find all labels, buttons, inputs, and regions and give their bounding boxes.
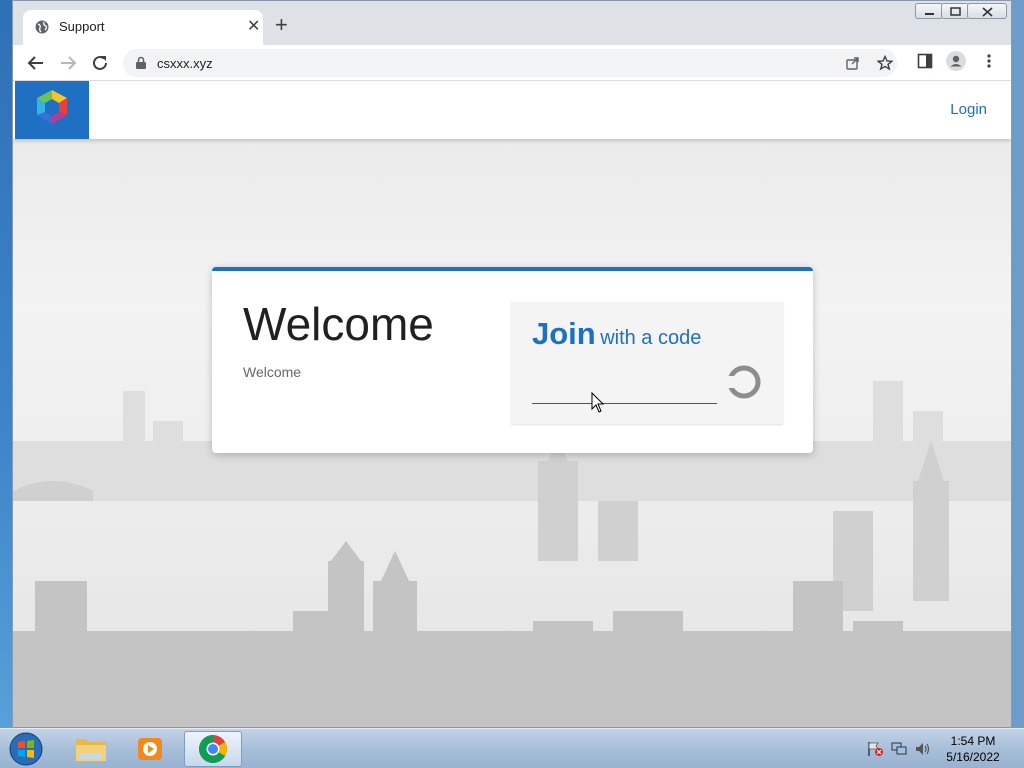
- profile-avatar-icon[interactable]: [946, 51, 966, 71]
- welcome-card: Welcome Welcome Join with a code: [212, 267, 813, 453]
- forward-arrow-icon[interactable]: [57, 52, 79, 74]
- join-word: Join: [532, 316, 596, 351]
- media-player-icon: [138, 738, 162, 760]
- join-heading: Join with a code: [532, 316, 701, 352]
- lock-icon: [136, 56, 146, 69]
- join-rest: with a code: [600, 327, 702, 349]
- tab-title: Support: [59, 19, 105, 34]
- join-code-input[interactable]: [532, 382, 717, 404]
- globe-icon: [35, 20, 49, 34]
- minimize-button[interactable]: [915, 3, 943, 19]
- join-submit-button[interactable]: [725, 363, 763, 401]
- site-header: Login: [13, 81, 1011, 139]
- login-link[interactable]: Login: [950, 101, 987, 118]
- browser-toolbar: csxxx.xyz: [13, 45, 1011, 81]
- volume-icon[interactable]: [914, 741, 932, 757]
- url-text: csxxx.xyz: [157, 56, 213, 71]
- side-panel-icon[interactable]: [917, 53, 933, 69]
- tab-support[interactable]: Support ✕: [23, 10, 263, 45]
- share-icon[interactable]: [845, 55, 861, 71]
- start-button[interactable]: [6, 730, 46, 768]
- taskbar-media-player[interactable]: [122, 731, 180, 767]
- clock-time[interactable]: 1:54 PM: [940, 734, 1006, 748]
- page-viewport: Login Welcome Welcome Join with a code: [13, 81, 1011, 727]
- action-center-flag-icon[interactable]: [866, 741, 884, 757]
- browser-window: Support ✕ + csxxx.xyz Login Welcome Welc…: [12, 0, 1012, 728]
- join-code-panel: Join with a code: [511, 302, 783, 424]
- taskbar-file-explorer[interactable]: [62, 731, 120, 767]
- bookmark-star-icon[interactable]: [877, 55, 893, 71]
- minimize-icon: [925, 13, 934, 15]
- new-tab-button[interactable]: +: [275, 13, 288, 37]
- welcome-subtitle: Welcome: [243, 364, 302, 380]
- welcome-heading: Welcome: [243, 298, 434, 350]
- address-bar[interactable]: csxxx.xyz: [123, 49, 897, 77]
- site-logo[interactable]: [15, 81, 89, 139]
- tab-close-icon[interactable]: ✕: [247, 17, 260, 37]
- reload-icon[interactable]: [89, 52, 111, 74]
- windows-taskbar: 1:54 PM 5/16/2022: [0, 728, 1024, 768]
- close-window-button[interactable]: [967, 3, 1007, 19]
- close-icon: [982, 7, 993, 17]
- back-arrow-icon[interactable]: [25, 52, 47, 74]
- clock-date[interactable]: 5/16/2022: [940, 750, 1006, 764]
- taskbar-chrome[interactable]: [184, 731, 242, 767]
- tab-strip: Support ✕ +: [13, 1, 1011, 45]
- chrome-icon: [199, 735, 227, 763]
- restore-icon: [950, 7, 961, 16]
- kebab-menu-icon[interactable]: [983, 53, 995, 69]
- logo-icon: [37, 90, 67, 124]
- network-icon[interactable]: [890, 741, 908, 757]
- mouse-cursor-icon: [591, 392, 605, 413]
- folder-icon: [76, 739, 106, 761]
- maximize-button[interactable]: [941, 3, 969, 19]
